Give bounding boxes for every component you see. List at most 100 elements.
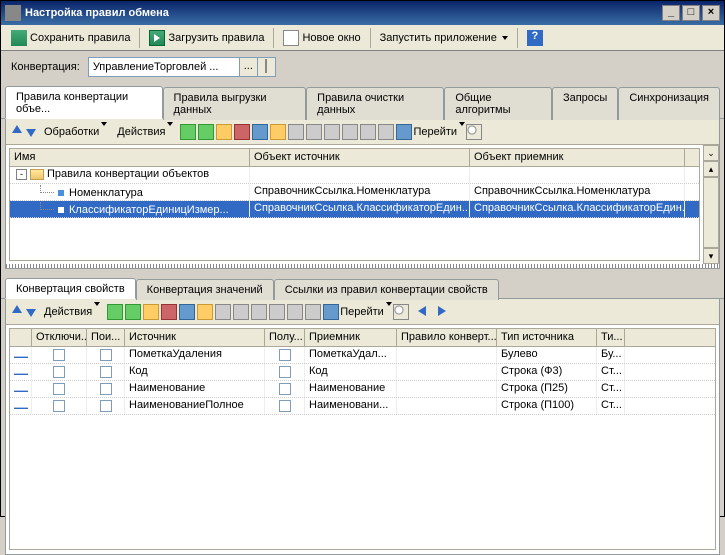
save-rules-button[interactable]: Сохранить правила [5, 27, 136, 49]
conversion-open-button[interactable] [257, 58, 275, 76]
receive-checkbox[interactable] [279, 349, 291, 361]
receive-checkbox[interactable] [279, 383, 291, 395]
lower-col-header[interactable]: Ти... [597, 329, 625, 346]
lower-btn-9[interactable] [251, 304, 267, 320]
lower-move-down-button[interactable] [26, 305, 36, 319]
receive-checkbox[interactable] [279, 366, 291, 378]
maximize-button[interactable]: □ [682, 5, 700, 21]
top-tab-3[interactable]: Общие алгоритмы [444, 87, 552, 120]
scroll-down-button[interactable]: ▾ [703, 248, 719, 264]
lower-btn-12[interactable] [305, 304, 321, 320]
lower-btn-7[interactable] [215, 304, 231, 320]
lower-btn-1[interactable] [107, 304, 123, 320]
scroll-up-button[interactable]: ▴ [703, 161, 719, 177]
new-window-button[interactable]: Новое окно [277, 27, 366, 49]
lower-btn-3[interactable] [143, 304, 159, 320]
toolbar-btn-2[interactable] [198, 124, 214, 140]
disable-checkbox[interactable] [53, 349, 65, 361]
toolbar-btn-12[interactable] [378, 124, 394, 140]
upper-grid-row[interactable]: КлассификаторЕдиницИзмер...СправочникСсы… [10, 201, 699, 218]
lower-cell-6 [397, 381, 497, 397]
upper-grid-row[interactable]: -Правила конвертации объектов [10, 167, 699, 184]
lower-col-header[interactable]: Пои... [87, 329, 125, 346]
lower-cell-6 [397, 398, 497, 414]
toolbar-btn-9[interactable] [324, 124, 340, 140]
top-tab-4[interactable]: Запросы [552, 87, 618, 120]
top-tab-0[interactable]: Правила конвертации объе... [5, 86, 163, 119]
lower-move-up-button[interactable] [12, 305, 22, 319]
tree-toggle[interactable]: - [16, 169, 27, 180]
lower-grid-row[interactable]: —КодКодСтрока (Ф3)Ст... [10, 364, 715, 381]
move-down-button[interactable] [26, 125, 36, 139]
top-tab-5[interactable]: Синхронизация [618, 87, 720, 120]
lower-goto-menu[interactable]: Перейти [340, 306, 392, 318]
nav-prev-button[interactable] [418, 306, 432, 318]
bottom-tab-1[interactable]: Конвертация значений [136, 279, 274, 300]
lower-col-header[interactable]: Полу... [265, 329, 305, 346]
lower-actions-menu[interactable]: Действия [44, 306, 100, 318]
load-rules-button[interactable]: Загрузить правила [143, 27, 270, 49]
lower-col-header[interactable]: Отключи... [32, 329, 87, 346]
minimize-button[interactable]: _ [662, 5, 680, 21]
lower-grid-row[interactable]: —НаименованиеНаименованиеСтрока (П25)Ст.… [10, 381, 715, 398]
toolbar-btn-4[interactable] [234, 124, 250, 140]
lower-find-button[interactable] [393, 304, 409, 320]
search-checkbox[interactable] [100, 383, 112, 395]
lower-btn-4[interactable] [161, 304, 177, 320]
toolbar-btn-1[interactable] [180, 124, 196, 140]
actions-menu[interactable]: Действия [117, 126, 173, 138]
receive-checkbox[interactable] [279, 400, 291, 412]
handlers-menu[interactable]: Обработки [44, 126, 107, 138]
lower-btn-5[interactable] [179, 304, 195, 320]
move-up-button[interactable] [12, 125, 22, 139]
lower-cell-4 [265, 398, 305, 414]
run-app-button[interactable]: Запустить приложение [374, 29, 514, 47]
lower-btn-6[interactable] [197, 304, 213, 320]
nav-next-button[interactable] [438, 306, 452, 318]
bottom-tab-2[interactable]: Ссылки из правил конвертации свойств [274, 279, 499, 300]
upper-col-header[interactable]: Объект приемник [470, 149, 685, 166]
toolbar-btn-5[interactable] [252, 124, 268, 140]
lower-col-header[interactable]: Приемник [305, 329, 397, 346]
toolbar-btn-13[interactable] [396, 124, 412, 140]
lower-btn-11[interactable] [287, 304, 303, 320]
toolbar-btn-10[interactable] [342, 124, 358, 140]
toolbar-btn-7[interactable] [288, 124, 304, 140]
help-button[interactable]: ? [521, 27, 549, 49]
toolbar-btn-6[interactable] [270, 124, 286, 140]
top-tab-2[interactable]: Правила очистки данных [306, 87, 444, 120]
lower-btn-13[interactable] [323, 304, 339, 320]
search-checkbox[interactable] [100, 400, 112, 412]
goto-menu[interactable]: Перейти [413, 126, 465, 138]
conversion-input[interactable] [89, 58, 239, 76]
toolbar-btn-3[interactable] [216, 124, 232, 140]
lower-col-header[interactable]: Тип источника [497, 329, 597, 346]
upper-grid-row[interactable]: НоменклатураСправочникСсылка.Номенклатур… [10, 184, 699, 201]
bottom-tab-0[interactable]: Конвертация свойств [5, 278, 136, 299]
lower-btn-8[interactable] [233, 304, 249, 320]
split-handle[interactable] [6, 264, 719, 268]
upper-col-header[interactable]: Объект источник [250, 149, 470, 166]
conversion-ellipsis-button[interactable]: ... [239, 58, 257, 76]
disable-checkbox[interactable] [53, 400, 65, 412]
lower-grid-row[interactable]: —ПометкаУдаленияПометкаУдал...БулевоБу..… [10, 347, 715, 364]
upper-scrollbar[interactable]: ⌄ ▴ ▾ [703, 145, 719, 264]
lower-col-header[interactable] [10, 329, 32, 346]
search-checkbox[interactable] [100, 349, 112, 361]
lower-btn-10[interactable] [269, 304, 285, 320]
lower-btn-2[interactable] [125, 304, 141, 320]
upper-col-header[interactable]: Имя [10, 149, 250, 166]
toolbar-find-button[interactable] [466, 124, 482, 140]
search-checkbox[interactable] [100, 366, 112, 378]
close-button[interactable]: × [702, 5, 720, 21]
top-tab-1[interactable]: Правила выгрузки данных [163, 87, 307, 120]
lower-grid-row[interactable]: —НаименованиеПолноеНаименовани...Строка … [10, 398, 715, 415]
disable-checkbox[interactable] [53, 383, 65, 395]
disable-checkbox[interactable] [53, 366, 65, 378]
toolbar-btn-11[interactable] [360, 124, 376, 140]
lower-col-header[interactable]: Правило конверт... [397, 329, 497, 346]
lower-col-header[interactable]: Источник [125, 329, 265, 346]
toolbar-btn-8[interactable] [306, 124, 322, 140]
scroll-caret-button[interactable]: ⌄ [703, 145, 719, 161]
lower-cell-1 [32, 364, 87, 380]
